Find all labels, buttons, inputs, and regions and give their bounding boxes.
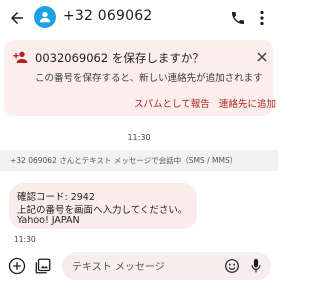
sms-info-banner: +32 069062 さんとテキスト メッセージで会話中（SMS / MMS） bbox=[0, 150, 278, 171]
conversation-title: +32 069062 bbox=[63, 8, 153, 24]
back-arrow-icon[interactable] bbox=[8, 9, 26, 27]
message-composer[interactable] bbox=[62, 252, 271, 280]
app-bar: +32 069062 bbox=[0, 0, 278, 36]
message-timestamp: 11:30 bbox=[127, 133, 151, 142]
message-line: Yahoo! JAPAN bbox=[17, 215, 80, 226]
report-spam-button[interactable]: スパムとして報告 bbox=[134, 96, 210, 110]
message-time: 11:30 bbox=[14, 235, 36, 244]
more-vert-icon[interactable] bbox=[259, 10, 265, 26]
gallery-icon[interactable] bbox=[34, 257, 52, 275]
sms-info-text: +32 069062 さんとテキスト メッセージで会話中（SMS / MMS） bbox=[10, 156, 238, 165]
add-contact-button[interactable]: 連絡先に追加 bbox=[219, 96, 276, 110]
message-input[interactable] bbox=[70, 258, 224, 276]
incoming-message-bubble[interactable]: 確認コード: 2942 上記の番号を画面へ入力してください。 Yahoo! JA… bbox=[9, 183, 197, 229]
person-avatar-icon bbox=[39, 12, 51, 23]
phone-icon[interactable] bbox=[230, 10, 246, 26]
person-add-icon bbox=[13, 51, 28, 63]
mic-icon[interactable] bbox=[251, 258, 261, 274]
message-line: 確認コード: 2942 bbox=[17, 192, 95, 203]
emoji-icon[interactable] bbox=[224, 258, 240, 274]
avatar[interactable] bbox=[34, 6, 56, 28]
add-icon[interactable] bbox=[8, 257, 26, 275]
save-prompt-title: 0032069062 を保存しますか？ bbox=[35, 51, 204, 65]
close-icon[interactable] bbox=[257, 52, 267, 62]
save-prompt-description: この番号を保存すると、新しい連絡先が追加されます bbox=[35, 73, 263, 84]
save-contact-card: 0032069062 を保存しますか？ この番号を保存すると、新しい連絡先が追加… bbox=[4, 40, 276, 116]
message-line: 上記の番号を画面へ入力してください。 bbox=[17, 205, 188, 216]
